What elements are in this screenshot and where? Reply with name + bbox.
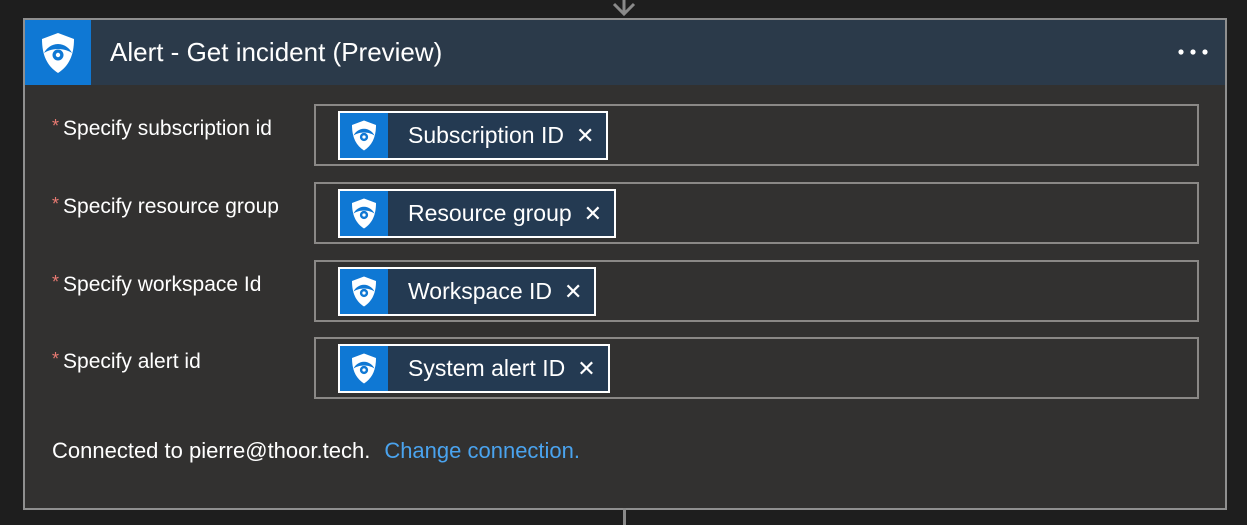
resource-group-input[interactable]: Resource group ✕ [314,182,1199,244]
remove-token-icon[interactable]: ✕ [584,191,614,236]
token-label: System alert ID [408,355,566,381]
required-marker: * [52,272,60,292]
field-label: * Specify alert id [52,349,201,373]
dynamic-content-token[interactable]: Subscription ID ✕ [338,111,609,160]
dynamic-content-token[interactable]: Workspace ID ✕ [338,267,597,316]
shield-eye-icon [340,346,388,391]
field-resource-group: * Specify resource group Resource group ✕ [25,182,1225,244]
field-workspace-id: * Specify workspace Id Workspace ID ✕ [25,260,1225,322]
flow-connector-line [623,508,626,525]
shield-eye-icon [25,20,91,85]
field-label: * Specify subscription id [52,116,272,140]
subscription-id-input[interactable]: Subscription ID ✕ [314,104,1199,166]
card-title: Alert - Get incident (Preview) [110,37,443,67]
connection-info: Connected to pierre@thoor.tech. Change co… [52,438,580,464]
more-options-button[interactable] [1175,34,1211,70]
dynamic-content-token[interactable]: System alert ID ✕ [338,344,610,393]
action-card: Alert - Get incident (Preview) * Specify … [23,18,1227,510]
change-connection-link[interactable]: Change connection. [384,438,580,463]
card-header[interactable]: Alert - Get incident (Preview) [25,20,1225,85]
field-label: * Specify resource group [52,194,279,218]
field-alert-id: * Specify alert id System alert ID ✕ [25,337,1225,399]
required-marker: * [52,349,60,369]
shield-eye-icon [340,269,388,314]
remove-token-icon[interactable]: ✕ [577,346,607,391]
remove-token-icon[interactable]: ✕ [576,113,606,158]
shield-eye-icon [340,113,388,158]
more-options-icon [1178,49,1208,55]
token-label: Subscription ID [408,122,564,148]
token-label: Workspace ID [408,278,553,304]
flow-arrow-icon [612,0,636,17]
alert-id-input[interactable]: System alert ID ✕ [314,337,1199,399]
remove-token-icon[interactable]: ✕ [564,269,594,314]
required-marker: * [52,116,60,136]
field-label: * Specify workspace Id [52,272,262,296]
workspace-id-input[interactable]: Workspace ID ✕ [314,260,1199,322]
required-marker: * [52,194,60,214]
dynamic-content-token[interactable]: Resource group ✕ [338,189,617,238]
field-subscription-id: * Specify subscription id Subscription ID… [25,104,1225,166]
token-label: Resource group [408,200,572,226]
connection-text: Connected to pierre@thoor.tech. [52,438,371,463]
shield-eye-icon [340,191,388,236]
